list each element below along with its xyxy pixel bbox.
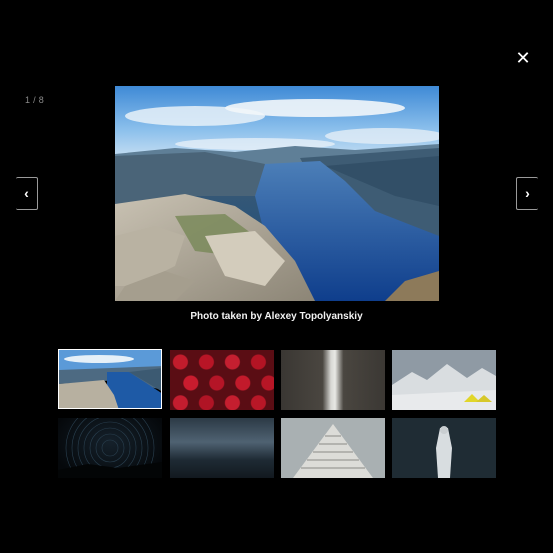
thumb-person-in-blanket[interactable] bbox=[392, 418, 496, 478]
chevron-left-icon[interactable]: ‹ bbox=[24, 185, 29, 201]
thumb-stormy-sea[interactable] bbox=[170, 418, 274, 478]
pyramid-thumbnail-image bbox=[281, 418, 385, 478]
thumb-strawberries[interactable] bbox=[170, 350, 274, 410]
close-button[interactable]: ✕ bbox=[514, 49, 532, 67]
next-button[interactable]: › bbox=[516, 177, 538, 210]
fjord-thumbnail-image bbox=[59, 350, 161, 408]
previous-button[interactable]: ‹ bbox=[16, 177, 38, 210]
fjord-landscape-image bbox=[115, 86, 439, 301]
image-counter: 1 / 8 bbox=[25, 95, 45, 105]
person-thumbnail-image bbox=[392, 418, 496, 478]
close-icon[interactable]: ✕ bbox=[515, 48, 530, 68]
mountains-thumbnail-image bbox=[392, 350, 496, 410]
photo-caption: Photo taken by Alexey Topolyanskiy bbox=[190, 311, 363, 322]
thumb-pyramid-building[interactable] bbox=[281, 418, 385, 478]
thumb-star-trails[interactable] bbox=[58, 418, 162, 478]
star-trails-thumbnail-image bbox=[58, 418, 162, 478]
thumb-fjord[interactable] bbox=[58, 349, 162, 409]
main-photo bbox=[115, 86, 439, 301]
thumb-waterfall[interactable] bbox=[281, 350, 385, 410]
chevron-right-icon[interactable]: › bbox=[525, 185, 530, 201]
thumb-mountains-tent[interactable] bbox=[392, 350, 496, 410]
